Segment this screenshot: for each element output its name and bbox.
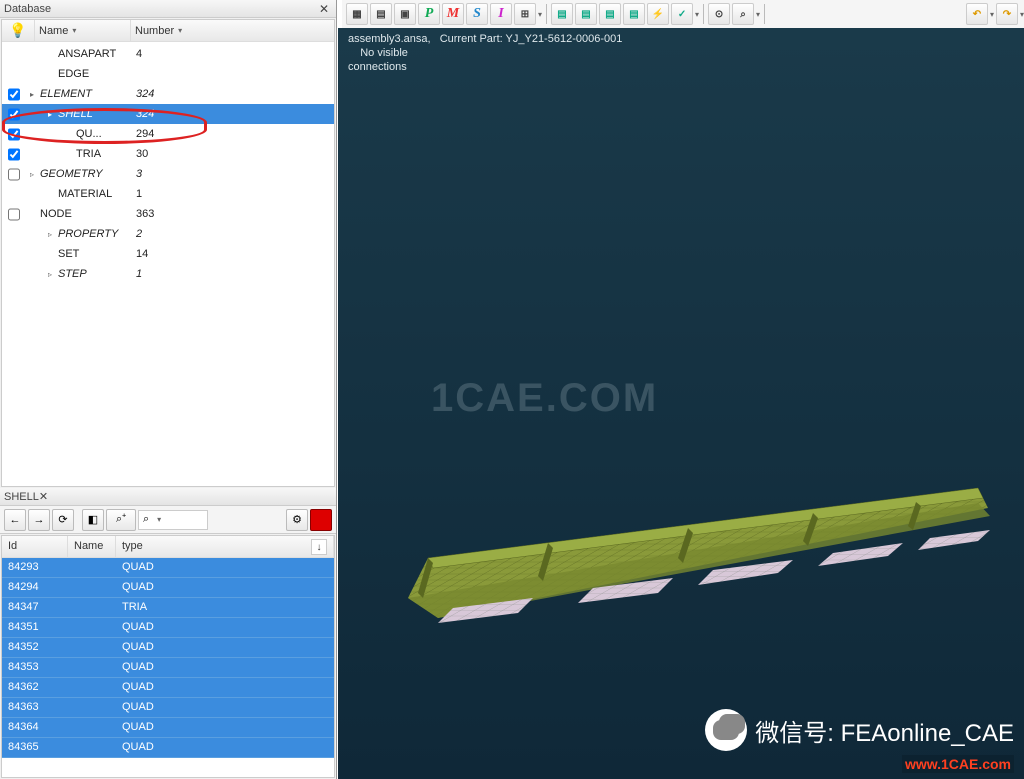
- left-panel: Database ✕ 💡 Name▾ Number▾ ANSAPART4EDGE…: [0, 0, 337, 779]
- list-toolbar: ← → ⟳ ◧ ⌕⁺ ⌕▾ ⚙: [0, 506, 336, 534]
- list-row[interactable]: 84363QUAD: [2, 698, 334, 718]
- tool-sheet1-icon[interactable]: ▤: [551, 3, 573, 25]
- list-row[interactable]: 84351QUAD: [2, 618, 334, 638]
- tree-row-step[interactable]: ▹STEP1: [2, 264, 334, 284]
- tree-row-property[interactable]: ▹PROPERTY2: [2, 224, 334, 244]
- col-type[interactable]: type↓: [116, 536, 334, 557]
- tree-row-ansapart[interactable]: ANSAPART4: [2, 44, 334, 64]
- tool-doc-icon[interactable]: ▤: [370, 3, 392, 25]
- shell-list: Id Name type↓ 84293QUAD84294QUAD84347TRI…: [1, 535, 335, 778]
- visibility-checkbox[interactable]: [8, 108, 20, 121]
- tree-row-set[interactable]: SET14: [2, 244, 334, 264]
- tool-s-button[interactable]: S: [466, 3, 488, 25]
- tree-col-name[interactable]: Name▾: [34, 20, 130, 41]
- database-title: Database: [4, 3, 51, 15]
- list-row[interactable]: 84364QUAD: [2, 718, 334, 738]
- tool-plug-icon[interactable]: ⚡: [647, 3, 669, 25]
- tree-header: 💡 Name▾ Number▾: [2, 20, 334, 42]
- col-name[interactable]: Name: [68, 536, 116, 557]
- tool-p-button[interactable]: P: [418, 3, 440, 25]
- erase-icon[interactable]: ◧: [82, 509, 104, 531]
- zoom-plus-icon[interactable]: ⌕⁺: [106, 509, 136, 531]
- tree-row-node[interactable]: NODE363: [2, 204, 334, 224]
- tree-row-material[interactable]: MATERIAL1: [2, 184, 334, 204]
- tool-grid-icon[interactable]: ▦: [346, 3, 368, 25]
- tool-sheet2-icon[interactable]: ▤: [575, 3, 597, 25]
- tool-undo-icon[interactable]: ↶: [966, 3, 988, 25]
- source-url: www.1CAE.com: [902, 755, 1014, 773]
- shell-panel-header: SHELL ✕: [0, 488, 336, 506]
- back-icon[interactable]: ←: [4, 509, 26, 531]
- viewport-3d[interactable]: assembly3.ansa, Current Part: YJ_Y21-561…: [338, 28, 1024, 779]
- close-icon[interactable]: ✕: [39, 490, 48, 503]
- database-tree: 💡 Name▾ Number▾ ANSAPART4EDGE▸ELEMENT324…: [1, 19, 335, 487]
- download-icon[interactable]: ↓: [311, 539, 327, 555]
- tool-sheet4-icon[interactable]: ▤: [623, 3, 645, 25]
- wechat-badge: 微信号: FEAonline_CAE: [705, 709, 1014, 751]
- tree-row-qu...[interactable]: QU...294: [2, 124, 334, 144]
- watermark: 1CAE.COM: [431, 376, 658, 421]
- bulb-icon[interactable]: 💡: [2, 22, 34, 39]
- chevron-down-icon[interactable]: ▾: [756, 10, 760, 19]
- list-row[interactable]: 84362QUAD: [2, 678, 334, 698]
- tree-row-edge[interactable]: EDGE: [2, 64, 334, 84]
- list-row[interactable]: 84347TRIA: [2, 598, 334, 618]
- shell-title: SHELL: [4, 491, 39, 503]
- visibility-checkbox[interactable]: [8, 208, 20, 221]
- visibility-checkbox[interactable]: [8, 128, 20, 141]
- tree-row-element[interactable]: ▸ELEMENT324: [2, 84, 334, 104]
- fem-mesh: [378, 448, 998, 638]
- tool-sheet3-icon[interactable]: ▤: [599, 3, 621, 25]
- tool-m-button[interactable]: M: [442, 3, 464, 25]
- tool-page-icon[interactable]: ▣: [394, 3, 416, 25]
- tool-check-icon[interactable]: ✓: [671, 3, 693, 25]
- main-toolbar: ▦ ▤ ▣ P M S I ⊞ ▾ ▤ ▤ ▤ ▤ ⚡ ✓ ▾ ⊙ ⌕ ▾ ↶ …: [342, 0, 1024, 28]
- chevron-down-icon[interactable]: ▾: [990, 10, 994, 19]
- tree-row-shell[interactable]: ▸SHELL324: [2, 104, 334, 124]
- tree-body[interactable]: ANSAPART4EDGE▸ELEMENT324▸SHELL324QU...29…: [2, 42, 334, 486]
- tool-i-button[interactable]: I: [490, 3, 512, 25]
- list-header: Id Name type↓: [2, 536, 334, 558]
- record-icon[interactable]: [310, 509, 332, 531]
- chevron-down-icon[interactable]: ▾: [1020, 10, 1024, 19]
- tool-redo-icon[interactable]: ↷: [996, 3, 1018, 25]
- list-row[interactable]: 84294QUAD: [2, 578, 334, 598]
- list-row[interactable]: 84365QUAD: [2, 738, 334, 758]
- forward-icon[interactable]: →: [28, 509, 50, 531]
- tree-row-tria[interactable]: TRIA30: [2, 144, 334, 164]
- refresh-icon[interactable]: ⟳: [52, 509, 74, 531]
- list-row[interactable]: 84293QUAD: [2, 558, 334, 578]
- tool-zoom-fit-icon[interactable]: ⊙: [708, 3, 730, 25]
- chevron-down-icon[interactable]: ▾: [538, 10, 542, 19]
- chevron-down-icon[interactable]: ▾: [695, 10, 699, 19]
- col-id[interactable]: Id: [2, 536, 68, 557]
- tree-row-geometry[interactable]: ▹GEOMETRY3: [2, 164, 334, 184]
- viewport-status-text: assembly3.ansa, Current Part: YJ_Y21-561…: [348, 32, 622, 74]
- list-body[interactable]: 84293QUAD84294QUAD84347TRIA84351QUAD8435…: [2, 558, 334, 777]
- wechat-icon: [705, 709, 747, 751]
- close-icon[interactable]: ✕: [319, 2, 333, 16]
- tree-col-number[interactable]: Number▾: [130, 20, 192, 41]
- visibility-checkbox[interactable]: [8, 168, 20, 181]
- tool-layout-icon[interactable]: ⊞: [514, 3, 536, 25]
- database-panel-header: Database ✕: [0, 0, 336, 18]
- list-row[interactable]: 84353QUAD: [2, 658, 334, 678]
- visibility-checkbox[interactable]: [8, 148, 20, 161]
- wechat-label: 微信号: FEAonline_CAE: [755, 713, 1014, 748]
- search-input[interactable]: ⌕▾: [138, 510, 208, 530]
- gear-icon[interactable]: ⚙: [286, 509, 308, 531]
- tool-zoom-icon[interactable]: ⌕: [732, 3, 754, 25]
- visibility-checkbox[interactable]: [8, 88, 20, 101]
- list-row[interactable]: 84352QUAD: [2, 638, 334, 658]
